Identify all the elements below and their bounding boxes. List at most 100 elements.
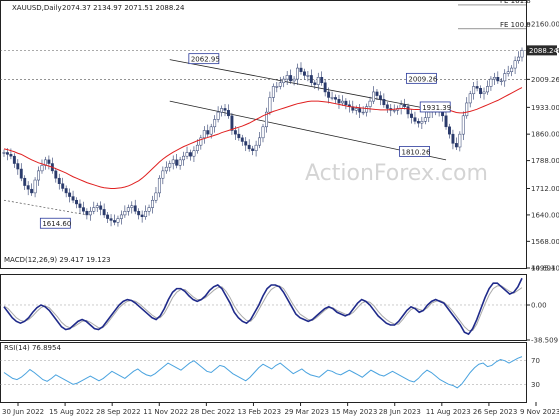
candle-body (154, 192, 158, 201)
rsi-y-tick-label: 30 (531, 381, 540, 389)
candle-body (472, 86, 476, 95)
candle-body (499, 80, 503, 82)
rsi-line (3, 356, 523, 389)
candle-body (102, 209, 106, 216)
candle-body (237, 133, 241, 139)
candle-body (33, 179, 37, 194)
candle-body (206, 130, 210, 135)
candle-body (116, 218, 120, 223)
x-tick-label: 11 Aug 2023 (426, 408, 471, 416)
candle-body (175, 159, 179, 166)
candle-body (486, 86, 489, 93)
candle-body (161, 170, 165, 179)
candle-body (213, 119, 217, 128)
rsi-y-tick-label: 70 (531, 357, 540, 365)
rsi-plot (0, 356, 526, 389)
candle-body (340, 100, 344, 104)
candle-body (513, 60, 517, 69)
candle-body (202, 130, 206, 139)
candle-body (361, 111, 365, 114)
fib-level-label: FE 161.8 (500, 0, 531, 5)
candle-body (292, 78, 296, 82)
candle-body (140, 214, 144, 218)
candle-body (261, 126, 265, 139)
candle-body (16, 163, 20, 170)
candle-body (520, 50, 524, 58)
x-tick-label: 13 Feb 2023 (237, 408, 281, 416)
candle-body (372, 91, 375, 102)
candle-body (503, 73, 507, 82)
candle-body (285, 75, 289, 80)
candle-body (230, 115, 234, 131)
ohlc-values: 2074.37 2134.97 2071.51 2088.24 (62, 4, 185, 12)
candle-body (113, 220, 116, 223)
watermark: ActionForex.com (305, 161, 488, 186)
candle-body (189, 152, 192, 157)
rsi-title: RSI(14) 76.8954 (4, 344, 61, 352)
candle-body (479, 88, 483, 95)
candle-body (123, 210, 127, 216)
candle-body (271, 86, 275, 98)
candle-body (382, 99, 386, 106)
candle-body (278, 82, 282, 87)
rsi-panel (0, 342, 527, 403)
candle-body (223, 108, 227, 111)
candle-body (144, 210, 148, 218)
candle-body (130, 205, 134, 208)
candle-body (209, 126, 213, 135)
x-tick-label: 9 Nov 2023 (520, 408, 559, 416)
candle-body (106, 214, 110, 219)
candle-body (420, 121, 424, 124)
chart-canvas: XAUUSD,Daily 2074.37 2134.97 2071.51 208… (0, 0, 559, 416)
candle-body (47, 159, 51, 164)
candle-body (403, 104, 407, 107)
candle-body (244, 141, 248, 146)
candle-body (12, 155, 16, 164)
candle-body (413, 117, 417, 122)
candle-body (247, 144, 251, 150)
candle-body (216, 111, 220, 120)
candle-body (61, 183, 65, 189)
x-tick-label: 29 Mar 2023 (285, 408, 329, 416)
candle-body (64, 188, 68, 194)
candle-body (451, 133, 455, 144)
candle-body (306, 75, 310, 77)
annotation-label: 1810.26 (401, 148, 430, 156)
price-y-tick-label: 1788.00 (531, 157, 559, 165)
candle-body (147, 207, 151, 212)
support-trendline (3, 199, 87, 216)
annotation-label: 2062.95 (191, 56, 220, 64)
last-price-label: 2088.24 (529, 47, 558, 55)
candle-body (164, 166, 168, 172)
candle-body (78, 203, 82, 208)
chart-window: XAUUSD,Daily 2074.37 2134.97 2071.51 208… (0, 0, 559, 419)
annotation-label: 1614.60 (42, 220, 71, 228)
x-tick-label: 11 Nov 2022 (143, 408, 188, 416)
macd-y-tick-label: 40.691 (531, 265, 556, 273)
candle-body (313, 82, 317, 85)
candle-body (334, 97, 337, 100)
x-tick-label: 28 Dec 2022 (190, 408, 235, 416)
candle-body (410, 113, 413, 118)
candle-body (296, 67, 299, 80)
candle-body (327, 91, 331, 98)
candle-body (137, 210, 141, 216)
candle-body (95, 205, 99, 208)
price-y-tick-label: 1640.00 (531, 211, 559, 219)
annotation-label: 1931.39 (422, 104, 451, 112)
price-y-tick-label: 1860.00 (531, 131, 559, 139)
candle-body (475, 86, 479, 89)
price-plot: FE 161.8 FE 100.0 2062.95 2009.26 1931.39 181… (0, 0, 531, 229)
candle-body (323, 82, 327, 93)
x-tick-label: 26 Sep 2023 (473, 408, 517, 416)
candle-body (316, 77, 320, 85)
candle-body (30, 188, 34, 194)
candle-body (258, 137, 261, 146)
candle-body (489, 78, 493, 87)
price-title: XAUUSD,Daily (12, 4, 62, 12)
candle-body (392, 110, 396, 112)
candle-body (458, 133, 462, 148)
candle-body (254, 144, 258, 151)
candle-body (268, 97, 272, 113)
candle-body (19, 168, 23, 179)
